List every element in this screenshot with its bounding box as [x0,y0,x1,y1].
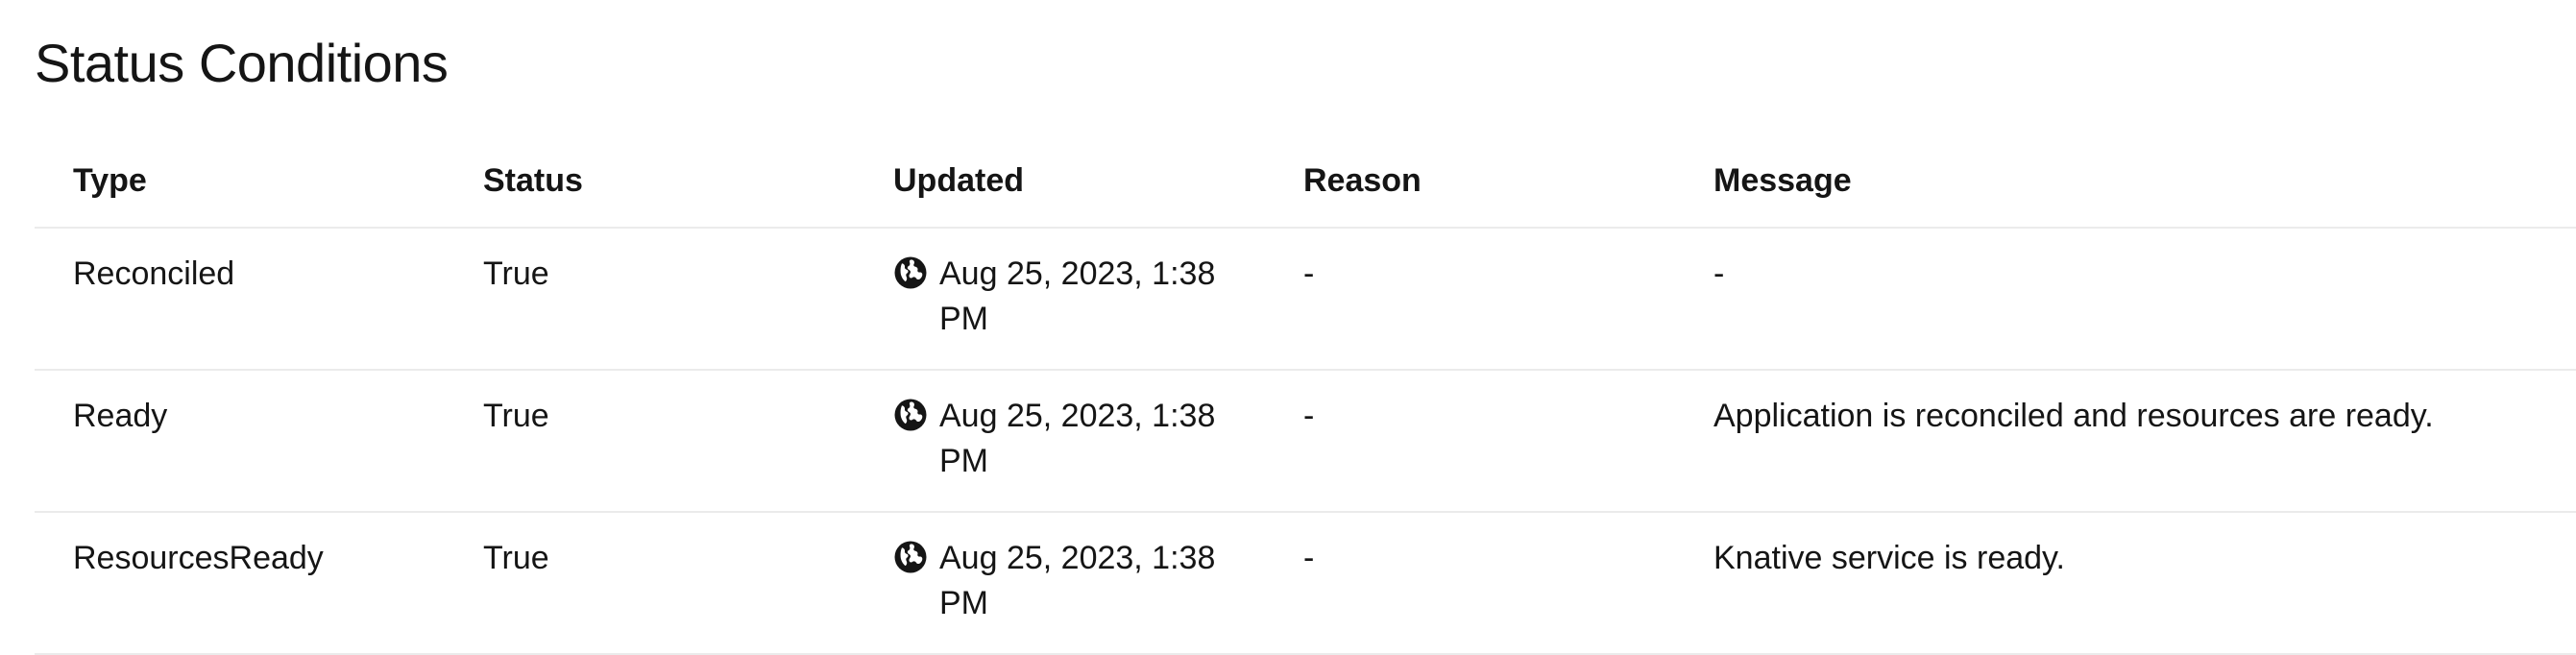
column-header-type: Type [35,134,445,229]
updated-timestamp: Aug 25, 2023, 1:38 PM [939,540,1216,621]
column-header-updated: Updated [855,134,1265,229]
cell-status: True [445,228,855,371]
column-header-status: Status [445,134,855,229]
table-header-row: Type Status Updated Reason Message [35,134,2576,229]
globe-icon [894,541,927,573]
table-row: Ready True Aug 25, 2023, 1:38 PM - Appli… [35,370,2576,513]
globe-icon [894,399,927,431]
cell-message: Application is reconciled and resources … [1675,370,2576,513]
cell-reason: - [1265,370,1675,513]
status-conditions-section: Status Conditions Type Status Updated Re… [0,0,2576,655]
section-title: Status Conditions [35,33,449,93]
globe-icon [894,256,927,289]
cell-type: ResourcesReady [35,512,445,655]
cell-message: - [1675,228,2576,371]
cell-reason: - [1265,512,1675,655]
column-header-message: Message [1675,134,2576,229]
table-row: ResourcesReady True Aug 25, 2023, 1:38 P… [35,512,2576,655]
updated-timestamp: Aug 25, 2023, 1:38 PM [939,255,1216,337]
cell-reason: - [1265,228,1675,371]
cell-status: True [445,370,855,513]
cell-updated: Aug 25, 2023, 1:38 PM [855,512,1265,655]
cell-updated: Aug 25, 2023, 1:38 PM [855,370,1265,513]
table-row: Reconciled True Aug 25, 2023, 1:38 PM - … [35,228,2576,371]
cell-type: Reconciled [35,228,445,371]
status-conditions-table: Type Status Updated Reason Message Recon… [35,134,2576,655]
cell-type: Ready [35,370,445,513]
column-header-reason: Reason [1265,134,1675,229]
cell-status: True [445,512,855,655]
cell-message: Knative service is ready. [1675,512,2576,655]
cell-updated: Aug 25, 2023, 1:38 PM [855,228,1265,371]
updated-timestamp: Aug 25, 2023, 1:38 PM [939,398,1216,479]
